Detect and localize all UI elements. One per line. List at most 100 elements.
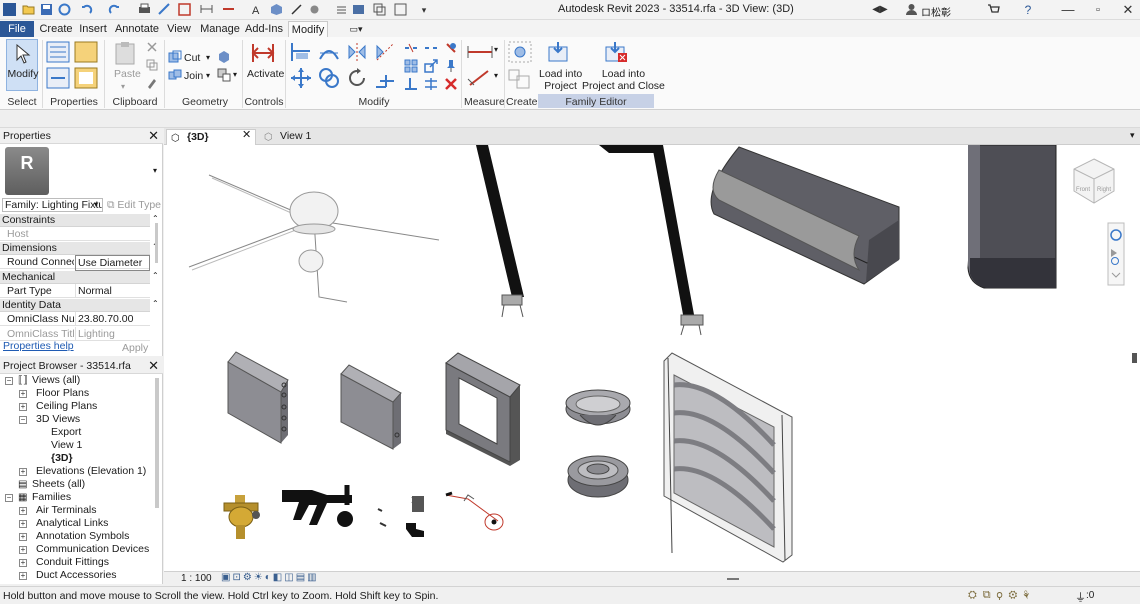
3d-view-icon[interactable] bbox=[270, 3, 283, 16]
load-into-project-icon[interactable] bbox=[547, 41, 569, 63]
view-control-icons[interactable]: ▣⊡⚙☀◐◧◫▤▥ bbox=[221, 572, 319, 583]
close-hidden-icon[interactable] bbox=[352, 3, 365, 16]
filter-icon[interactable]: ⏚ bbox=[1075, 589, 1086, 604]
selection-options-icons[interactable]: ⛭⧉⚲⚙⚘ bbox=[968, 589, 1035, 602]
view-scale[interactable]: 1 : 100 bbox=[181, 573, 212, 584]
family-selector-chevron-icon[interactable]: ▾ bbox=[94, 200, 98, 209]
copy-tool-icon[interactable] bbox=[318, 67, 340, 89]
align-icon[interactable] bbox=[222, 3, 235, 16]
edit-type-button[interactable]: ⧉ Edit Type bbox=[107, 199, 161, 212]
paste-icon[interactable] bbox=[114, 41, 136, 65]
section-icon[interactable] bbox=[290, 3, 303, 16]
create-similar-icon[interactable] bbox=[508, 69, 532, 89]
expand-icon[interactable]: + bbox=[19, 546, 27, 554]
modify-button[interactable]: Modify bbox=[6, 39, 38, 91]
small-fitting-model[interactable] bbox=[377, 496, 424, 537]
expand-icon[interactable]: + bbox=[19, 533, 27, 541]
mirror-axis-icon[interactable] bbox=[346, 41, 368, 63]
join-geometry-icon[interactable] bbox=[168, 68, 182, 82]
collapse-identity-icon[interactable]: ⌃ bbox=[152, 299, 159, 308]
copy-icon[interactable] bbox=[146, 59, 158, 71]
print-icon[interactable] bbox=[138, 3, 151, 16]
pipe-bracket-model[interactable] bbox=[282, 485, 353, 527]
linear-luminaire-model[interactable] bbox=[710, 146, 900, 285]
maximize-icon[interactable]: ▫ bbox=[1090, 2, 1106, 18]
thin-lines-icon[interactable] bbox=[335, 3, 348, 16]
tree-item-3d[interactable]: {3D} bbox=[51, 452, 73, 464]
undo-icon[interactable] bbox=[80, 3, 93, 16]
cut-dropdown-icon[interactable]: ▾ bbox=[206, 53, 210, 62]
collapse-icon[interactable]: − bbox=[5, 377, 13, 385]
pin-icon[interactable] bbox=[444, 59, 458, 73]
tree-item-floor-plans[interactable]: Floor Plans bbox=[36, 387, 89, 399]
tab-view-1[interactable]: ⬡ View 1 bbox=[260, 129, 340, 145]
rotate-icon[interactable] bbox=[346, 67, 368, 89]
tree-item-air-terminals[interactable]: Air Terminals bbox=[36, 504, 97, 516]
trim-multiple-icon[interactable] bbox=[424, 77, 438, 91]
tag-icon[interactable] bbox=[178, 3, 191, 16]
apply-button[interactable]: Apply bbox=[122, 342, 148, 354]
close-icon[interactable]: ✕ bbox=[148, 128, 159, 144]
minimize-icon[interactable]: — bbox=[1060, 2, 1076, 18]
model-viewport[interactable]: Front Right bbox=[164, 144, 1140, 571]
cut-small-icon[interactable] bbox=[146, 41, 158, 53]
switch-windows-icon[interactable] bbox=[373, 3, 386, 16]
tree-item-annotation-symbols[interactable]: Annotation Symbols bbox=[36, 530, 129, 542]
sensor-cable-model[interactable] bbox=[445, 491, 504, 531]
measure-icon[interactable] bbox=[158, 3, 171, 16]
offset-icon[interactable] bbox=[318, 41, 340, 63]
expand-icon[interactable]: + bbox=[19, 507, 27, 515]
search-back-icon[interactable]: ◀▶ bbox=[872, 2, 888, 18]
family-selector-dropdown[interactable]: Family: Lighting Fixtur bbox=[2, 198, 103, 212]
tree-item-sheets[interactable]: Sheets (all) bbox=[32, 478, 85, 490]
customize-qat-icon[interactable]: ▾ bbox=[416, 2, 432, 18]
collapse-icon[interactable]: − bbox=[5, 494, 13, 502]
close-tab-icon[interactable]: ✕ bbox=[242, 128, 251, 141]
split-face-icon[interactable] bbox=[217, 50, 231, 64]
expand-icon[interactable]: + bbox=[19, 468, 27, 476]
scale-icon[interactable] bbox=[424, 59, 438, 73]
family-types-icon[interactable] bbox=[46, 67, 70, 89]
user-icon[interactable] bbox=[905, 3, 918, 16]
collapse-constraints-icon[interactable]: ⌃ bbox=[152, 214, 159, 223]
louver-grille-model[interactable] bbox=[663, 352, 793, 563]
paint-icon[interactable] bbox=[217, 68, 231, 82]
properties-icon[interactable] bbox=[46, 41, 70, 63]
trim-extend-icon[interactable] bbox=[374, 67, 396, 89]
group-identity-data[interactable]: Identity Data bbox=[0, 299, 150, 312]
prop-row-omniclass-number[interactable]: OmniClass Nu...23.80.70.00 bbox=[0, 312, 150, 326]
paste-dropdown-icon[interactable]: ▾ bbox=[121, 82, 125, 91]
collapse-mechanical-icon[interactable]: ⌃ bbox=[152, 271, 159, 280]
load-into-project-close-label[interactable]: Load into Project and Close bbox=[582, 68, 665, 92]
text-icon[interactable]: A bbox=[250, 3, 263, 16]
group-dimensions[interactable]: Dimensions bbox=[0, 242, 150, 255]
dimension-tool-icon[interactable] bbox=[466, 69, 494, 87]
group-mechanical[interactable]: Mechanical bbox=[0, 271, 150, 284]
type-selector-dropdown-icon[interactable]: ▾ bbox=[153, 166, 157, 175]
round-downlight-1-model[interactable] bbox=[565, 389, 631, 426]
tree-item-analytical-links[interactable]: Analytical Links bbox=[36, 517, 108, 529]
type-properties-icon[interactable] bbox=[74, 41, 98, 63]
navigation-bar[interactable] bbox=[1107, 222, 1125, 286]
prop-row-host[interactable]: Host bbox=[0, 227, 150, 241]
tree-item-duct-accessories[interactable]: Duct Accessories bbox=[36, 569, 117, 581]
tab-add-ins[interactable]: Add-Ins bbox=[244, 21, 284, 37]
tree-item-families[interactable]: Families bbox=[32, 491, 71, 503]
canvas-scroll-indicator[interactable] bbox=[1132, 353, 1137, 363]
align-tool-icon[interactable] bbox=[290, 41, 312, 63]
array-icon[interactable] bbox=[404, 59, 418, 73]
view-cube[interactable]: Front Right bbox=[1073, 158, 1115, 204]
horizontal-scrollbar-thumb[interactable] bbox=[727, 578, 739, 580]
mirror-draw-icon[interactable] bbox=[374, 41, 396, 63]
tree-item-ceiling-plans[interactable]: Ceiling Plans bbox=[36, 400, 97, 412]
sync-icon[interactable] bbox=[58, 3, 71, 16]
match-type-icon[interactable] bbox=[146, 77, 158, 89]
tree-item-communication-devices[interactable]: Communication Devices bbox=[36, 543, 149, 555]
prop-row-round-connector[interactable]: Round Connect...Use Diameter bbox=[0, 255, 150, 271]
box-luminaire-model[interactable] bbox=[967, 144, 1057, 289]
valve-model[interactable] bbox=[223, 495, 260, 539]
dimension-icon[interactable] bbox=[200, 3, 213, 16]
paint-dropdown-icon[interactable]: ▾ bbox=[233, 70, 237, 79]
expand-icon[interactable]: + bbox=[19, 572, 27, 580]
save-icon[interactable] bbox=[40, 3, 53, 16]
